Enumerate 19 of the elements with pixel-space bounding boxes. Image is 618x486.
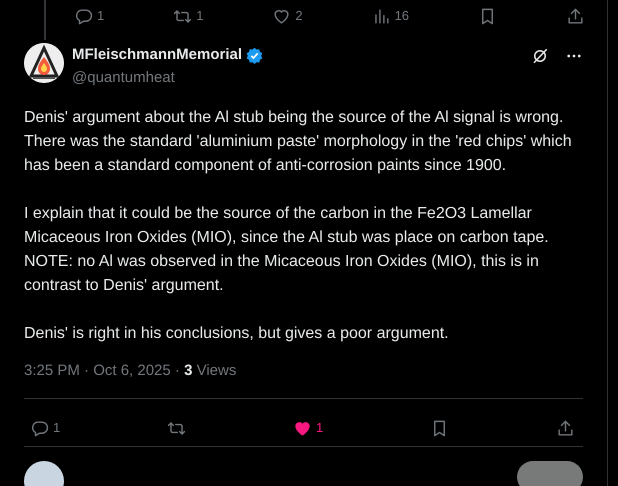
share-icon	[566, 6, 585, 26]
share-button[interactable]	[566, 6, 585, 26]
reply-icon	[30, 418, 49, 438]
share-button[interactable]	[556, 418, 575, 438]
post-paragraph: Denis' is right in his conclusions, but gives a poor argument.	[24, 324, 450, 344]
repost-button[interactable]: 1	[173, 6, 204, 26]
share-icon	[556, 418, 575, 438]
heart-button[interactable]: 1	[292, 418, 324, 438]
post-timestamp: 3:25 PM · Oct 6, 2025 · 3 Views	[24, 361, 238, 381]
post-paragraph: Denis' argument about the Al stub being the source of the Al signal is wrong. There was the standard 'aluminium paste' morphology in the 'red chips' which has been a standard component of anti-corrosion paints since 1900.	[24, 108, 572, 176]
reply-icon	[74, 6, 93, 26]
avatar[interactable]	[24, 43, 64, 83]
heart-button[interactable]: 2	[272, 6, 303, 26]
author-handle[interactable]: @quantumheat	[72, 66, 523, 89]
post-paragraph: I explain that it could be the source of the carbon in the Fe2O3 Lamellar Micaceous Iron Oxides (MIO), since the Al stub was place on carbon tape. NOTE: no Al was observed in the Micaceous Iron Oxides (MIO), this is in contrast to Denis' argument.	[24, 204, 550, 296]
author-name[interactable]: MFleischmannMemorial	[72, 44, 242, 66]
reply-button[interactable]: 1	[30, 418, 60, 438]
bar-chart-button[interactable]: 16	[372, 6, 410, 26]
reply-button[interactable]: 1	[74, 6, 104, 26]
